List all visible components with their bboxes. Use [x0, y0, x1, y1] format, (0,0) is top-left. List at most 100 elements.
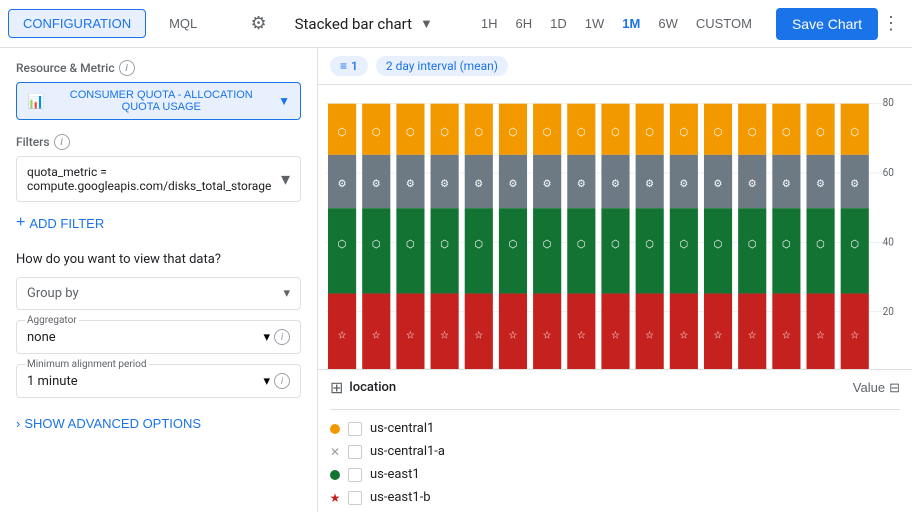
filter-funnel-icon: ≡ — [340, 59, 347, 73]
svg-text:☆: ☆ — [816, 328, 825, 341]
top-bar: CONFIGURATION MQL ⚙ Stacked bar chart ▼ … — [0, 0, 912, 48]
svg-text:⬡: ⬡ — [406, 125, 415, 138]
svg-text:☆: ☆ — [406, 328, 415, 341]
filters-section: Filters i quota_metric = compute.googlea… — [16, 134, 301, 236]
legend-star-icon-us-east1-b: ★ — [330, 493, 340, 503]
tab-mql[interactable]: MQL — [154, 9, 212, 38]
legend-value-button[interactable]: Value ⊟ — [853, 380, 900, 396]
svg-text:⬡: ⬡ — [611, 237, 620, 250]
min-alignment-help-icon[interactable]: i — [274, 373, 290, 389]
svg-text:⬡: ⬡ — [474, 125, 483, 138]
svg-text:☆: ☆ — [474, 328, 483, 341]
svg-text:⬡: ⬡ — [372, 237, 381, 250]
svg-text:40: 40 — [883, 235, 894, 248]
legend-area: ⊞ location Value ⊟ us-central1 — [318, 369, 912, 512]
view-data-section: How do you want to view that data? Group… — [16, 252, 301, 435]
resource-metric-section-label: Resource & Metric i — [16, 60, 301, 76]
svg-text:⬡: ⬡ — [577, 237, 586, 250]
tab-configuration[interactable]: CONFIGURATION — [8, 9, 146, 38]
add-filter-button[interactable]: + ADD FILTER — [16, 210, 104, 236]
legend-columns-icon: ⊟ — [889, 380, 900, 396]
legend-check-us-central1[interactable] — [348, 422, 362, 436]
svg-text:☆: ☆ — [577, 328, 586, 341]
aggregator-float-label: Aggregator — [25, 315, 79, 326]
save-chart-button[interactable]: Save Chart — [776, 8, 878, 40]
legend-item-us-central1-a[interactable]: ✕ us-central1-a — [330, 441, 900, 462]
svg-text:☆: ☆ — [338, 328, 347, 341]
resource-metric-help-icon[interactable]: i — [119, 60, 135, 76]
svg-text:☆: ☆ — [850, 328, 859, 341]
min-alignment-field-wrapper: Minimum alignment period 1 minute ▾ i — [16, 364, 301, 398]
show-advanced-button[interactable]: › SHOW ADVANCED OPTIONS — [16, 412, 201, 435]
chart-svg: 80 60 40 20 0 UTC-5 Dec 30, 2021 Jan 6, … — [326, 93, 904, 369]
view-data-question: How do you want to view that data? — [16, 252, 301, 267]
legend-item-us-central1[interactable]: us-central1 — [330, 418, 900, 439]
filter-expand-icon[interactable]: ▾ — [281, 169, 290, 190]
legend-color-dot-us-east1 — [330, 470, 340, 480]
svg-text:⚙: ⚙ — [611, 177, 620, 190]
chart-dropdown-arrow[interactable]: ▼ — [420, 16, 433, 32]
plus-icon: + — [16, 214, 25, 232]
svg-text:☆: ☆ — [440, 328, 449, 341]
filter-text: quota_metric = compute.googleapis.com/di… — [27, 165, 281, 193]
legend-check-us-east1[interactable] — [348, 468, 362, 482]
svg-text:⚙: ⚙ — [782, 177, 791, 190]
chart-svg-container: 80 60 40 20 0 UTC-5 Dec 30, 2021 Jan 6, … — [326, 93, 904, 369]
group-by-select[interactable]: Group by ▾ — [16, 277, 301, 310]
min-alignment-dropdown-arrow[interactable]: ▾ — [263, 374, 270, 389]
legend-divider — [330, 409, 900, 410]
svg-text:⬡: ⬡ — [850, 125, 859, 138]
filter-item[interactable]: quota_metric = compute.googleapis.com/di… — [16, 156, 301, 202]
svg-text:⬡: ⬡ — [543, 237, 552, 250]
svg-text:⬡: ⬡ — [679, 237, 688, 250]
svg-text:☆: ☆ — [645, 328, 654, 341]
resource-metric-button[interactable]: 📊 CONSUMER QUOTA - ALLOCATION QUOTA USAG… — [16, 82, 301, 120]
svg-text:⬡: ⬡ — [748, 237, 757, 250]
svg-text:⬡: ⬡ — [748, 125, 757, 138]
time-btn-1d[interactable]: 1D — [542, 11, 575, 36]
aggregator-help-icon[interactable]: i — [274, 329, 290, 345]
aggregator-field[interactable]: Aggregator none ▾ i — [16, 320, 301, 354]
svg-text:⬡: ⬡ — [440, 237, 449, 250]
chart-controls-bar: ≡ 1 2 day interval (mean) — [318, 48, 912, 85]
filters-help-icon[interactable]: i — [54, 134, 70, 150]
svg-text:⬡: ⬡ — [440, 125, 449, 138]
svg-text:80: 80 — [883, 96, 894, 109]
svg-text:⚙: ⚙ — [645, 177, 654, 190]
min-alignment-field[interactable]: Minimum alignment period 1 minute ▾ i — [16, 364, 301, 398]
svg-text:⚙: ⚙ — [372, 177, 381, 190]
time-btn-6w[interactable]: 6W — [650, 11, 686, 36]
svg-text:⚙: ⚙ — [440, 177, 449, 190]
left-panel: Resource & Metric i 📊 CONSUMER QUOTA - A… — [0, 48, 318, 512]
time-btn-1m[interactable]: 1M — [614, 11, 648, 36]
svg-text:⬡: ⬡ — [406, 237, 415, 250]
svg-text:☆: ☆ — [748, 328, 757, 341]
svg-text:⬡: ⬡ — [509, 237, 518, 250]
settings-icon-button[interactable]: ⚙ — [246, 9, 270, 38]
time-btn-6h[interactable]: 6H — [508, 11, 541, 36]
svg-text:⚙: ⚙ — [338, 177, 347, 190]
filter-count-badge[interactable]: ≡ 1 — [330, 56, 368, 76]
svg-text:⬡: ⬡ — [611, 125, 620, 138]
svg-text:☆: ☆ — [611, 328, 620, 341]
chart-title: Stacked bar chart — [295, 15, 412, 33]
legend-label-us-central1-a: us-central1-a — [370, 444, 445, 459]
legend-item-us-east1-b[interactable]: ★ us-east1-b — [330, 487, 900, 508]
svg-text:⬡: ⬡ — [782, 125, 791, 138]
aggregator-field-wrapper: Aggregator none ▾ i — [16, 320, 301, 354]
legend-check-us-central1-a[interactable] — [348, 445, 362, 459]
svg-text:☆: ☆ — [372, 328, 381, 341]
svg-text:⬡: ⬡ — [543, 125, 552, 138]
svg-text:⬡: ⬡ — [509, 125, 518, 138]
svg-text:⬡: ⬡ — [645, 237, 654, 250]
more-options-button[interactable]: ⋮ — [878, 9, 904, 38]
aggregator-dropdown-arrow[interactable]: ▾ — [263, 330, 270, 345]
legend-check-us-east1-b[interactable] — [348, 491, 362, 505]
time-btn-1w[interactable]: 1W — [577, 11, 613, 36]
time-btn-1h[interactable]: 1H — [473, 11, 506, 36]
legend-item-us-east1[interactable]: us-east1 — [330, 464, 900, 485]
resource-metric-label: CONSUMER QUOTA - ALLOCATION QUOTA USAGE — [50, 89, 272, 113]
svg-text:☆: ☆ — [679, 328, 688, 341]
time-btn-custom[interactable]: CUSTOM — [688, 11, 760, 36]
legend-label-us-east1: us-east1 — [370, 467, 420, 482]
